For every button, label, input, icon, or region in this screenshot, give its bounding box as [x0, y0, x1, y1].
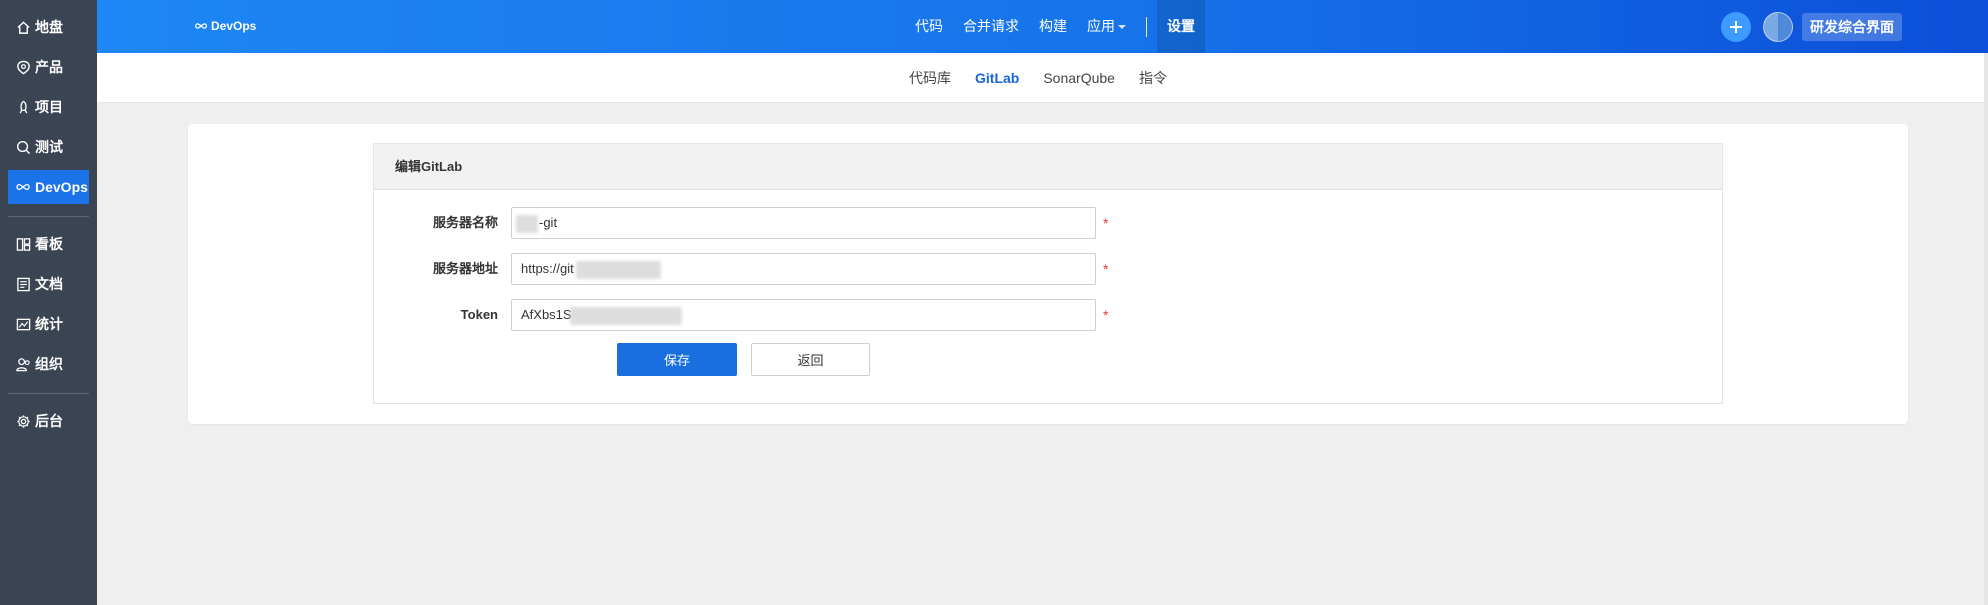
subnav-repo[interactable]: 代码库 — [909, 68, 951, 88]
nav-merge-request[interactable]: 合并请求 — [953, 0, 1029, 53]
server-url-input[interactable]: https://git — [511, 253, 1096, 285]
redacted-mask — [516, 215, 538, 233]
sidebar-item-label: 文档 — [35, 276, 63, 292]
server-name-input[interactable]: -git — [511, 207, 1096, 239]
redacted-mask — [576, 261, 661, 279]
sidebar-item-label: 测试 — [35, 139, 63, 155]
sidebar-divider — [8, 393, 89, 394]
sidebar-item-kanban[interactable]: 看板 — [8, 227, 89, 261]
devops-icon — [194, 19, 208, 33]
sidebar-item-stats[interactable]: 统计 — [8, 307, 89, 341]
sidebar-item-label: 看板 — [35, 236, 63, 252]
nav-settings[interactable]: 设置 — [1157, 0, 1205, 53]
subnav-command[interactable]: 指令 — [1139, 68, 1167, 88]
required-mark: * — [1103, 215, 1109, 231]
nav-app-label: 应用 — [1087, 18, 1115, 34]
sidebar-item-admin[interactable]: 后台 — [8, 404, 89, 438]
app-logo[interactable]: DevOps — [194, 19, 256, 33]
sidebar-item-project[interactable]: 项目 — [8, 90, 89, 124]
sidebar-item-label: DevOps — [35, 179, 88, 195]
token-input[interactable]: AfXbs1S — [511, 299, 1096, 331]
sidebar-item-label: 统计 — [35, 316, 63, 332]
subnav-sonarqube[interactable]: SonarQube — [1043, 70, 1115, 86]
field-label: Token — [460, 307, 498, 322]
avatar[interactable] — [1763, 12, 1793, 42]
workspace-switch-button[interactable]: 研发综合界面 — [1802, 13, 1902, 41]
redacted-mask — [570, 307, 682, 325]
edit-gitlab-panel: 编辑GitLab 服务器名称 -git * 服务器地址 https://git … — [373, 143, 1723, 404]
sub-nav: 代码库 GitLab SonarQube 指令 — [97, 53, 1988, 103]
test-icon — [15, 139, 31, 155]
field-value: AfXbs1S — [521, 307, 572, 322]
logo-text: DevOps — [211, 19, 257, 33]
sidebar-item-home[interactable]: 地盘 — [8, 10, 89, 44]
form-row-token: Token AfXbs1S * — [374, 298, 1722, 332]
sidebar-item-label: 后台 — [35, 413, 63, 429]
nav-build[interactable]: 构建 — [1029, 0, 1077, 53]
sidebar-divider — [8, 216, 89, 217]
sidebar-item-label: 产品 — [35, 59, 63, 75]
kanban-icon — [15, 236, 31, 252]
required-mark: * — [1103, 307, 1109, 323]
subnav-gitlab[interactable]: GitLab — [975, 70, 1019, 86]
required-mark: * — [1103, 261, 1109, 277]
add-button[interactable] — [1721, 12, 1751, 42]
devops-icon — [15, 179, 31, 195]
nav-code[interactable]: 代码 — [905, 0, 953, 53]
sidebar-item-doc[interactable]: 文档 — [8, 267, 89, 301]
panel-title: 编辑GitLab — [374, 144, 1722, 190]
org-icon — [15, 356, 31, 372]
sidebar: 地盘 产品 项目 测试 DevOps 看板 文档 统计 组织 后台 — [0, 0, 97, 605]
nav-app-dropdown[interactable]: 应用 — [1077, 0, 1136, 53]
field-label: 服务器地址 — [432, 261, 498, 276]
scrollbar[interactable] — [1984, 53, 1988, 605]
chart-icon — [15, 316, 31, 332]
doc-icon — [15, 276, 31, 292]
form-row-server-url: 服务器地址 https://git * — [374, 252, 1722, 286]
save-button[interactable]: 保存 — [617, 343, 737, 376]
top-nav: 代码 合并请求 构建 应用 设置 — [905, 0, 1205, 53]
sidebar-item-test[interactable]: 测试 — [8, 130, 89, 164]
sidebar-item-label: 组织 — [35, 356, 63, 372]
field-value: -git — [539, 215, 558, 230]
project-icon — [15, 99, 31, 115]
form-row-server-name: 服务器名称 -git * — [374, 206, 1722, 240]
sidebar-item-org[interactable]: 组织 — [8, 347, 89, 381]
top-header: DevOps 代码 合并请求 构建 应用 设置 研发综合界面 — [97, 0, 1988, 53]
home-icon — [15, 19, 31, 35]
sidebar-item-label: 地盘 — [35, 19, 63, 35]
plus-icon — [1730, 21, 1742, 33]
gear-icon — [15, 413, 31, 429]
back-button[interactable]: 返回 — [751, 343, 870, 376]
field-label: 服务器名称 — [432, 215, 498, 230]
product-icon — [15, 59, 31, 75]
sidebar-item-label: 项目 — [35, 99, 63, 115]
field-value: https://git — [521, 261, 574, 276]
sidebar-item-devops[interactable]: DevOps — [8, 170, 89, 204]
sidebar-item-product[interactable]: 产品 — [8, 50, 89, 84]
nav-divider — [1146, 16, 1147, 37]
chevron-down-icon — [1118, 25, 1126, 30]
